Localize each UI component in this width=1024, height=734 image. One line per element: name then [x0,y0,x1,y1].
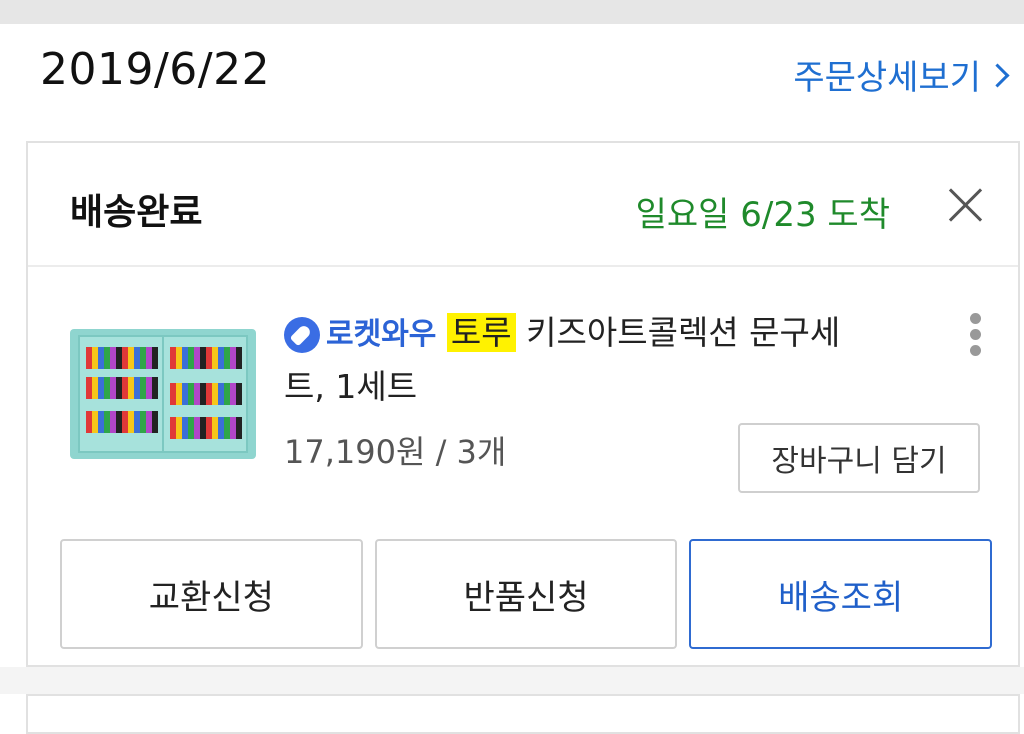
marker-row [86,347,158,369]
rocket-wow-label: 로켓와우 [326,316,437,352]
track-shipment-button[interactable]: 배송조회 [689,539,993,649]
shipment-card-header: 배송완료 일요일 6/23 도착 [28,143,1018,267]
add-to-cart-button[interactable]: 장바구니 담기 [738,423,980,493]
product-title[interactable]: 로켓와우 토루 키즈아트콜렉션 문구세 트, 1세트 [284,307,924,413]
product-name-line1: 키즈아트콜렉션 문구세 [526,313,841,352]
chevron-right-icon [985,63,1010,88]
order-actions: 교환신청 반품신청 배송조회 [60,539,993,649]
price-quantity: 17,190원 / 3개 [284,433,507,471]
shipment-card: 배송완료 일요일 6/23 도착 로켓와우 토루 키즈아트콜렉션 문구세 트, … [26,141,1020,667]
arrival-date: 일요일 6/23 도착 [635,195,890,235]
exchange-request-button[interactable]: 교환신청 [60,539,363,649]
product-name-line2: 트, 1세트 [284,366,418,406]
brand-highlight: 토루 [446,313,516,352]
top-divider [0,0,1024,24]
marker-row [170,417,242,439]
marker-row [86,411,158,433]
marker-row [170,383,242,405]
order-detail-link[interactable]: 주문상세보기 [793,50,1010,99]
rocket-icon [284,316,320,353]
marker-row [170,347,242,369]
next-order-card [26,694,1020,734]
art-case-left [78,335,164,453]
delivery-status: 배송완료 [70,192,203,233]
marker-row [86,377,158,399]
close-icon[interactable] [944,183,988,227]
product-thumbnail[interactable] [70,329,256,459]
rocket-wow-badge: 로켓와우 [284,309,436,361]
art-case-right [162,335,248,453]
return-request-button[interactable]: 반품신청 [374,539,678,649]
section-gap [0,667,1024,694]
order-date: 2019/6/22 [40,44,271,95]
more-vertical-icon[interactable] [970,313,982,357]
order-detail-label: 주문상세보기 [793,58,981,98]
